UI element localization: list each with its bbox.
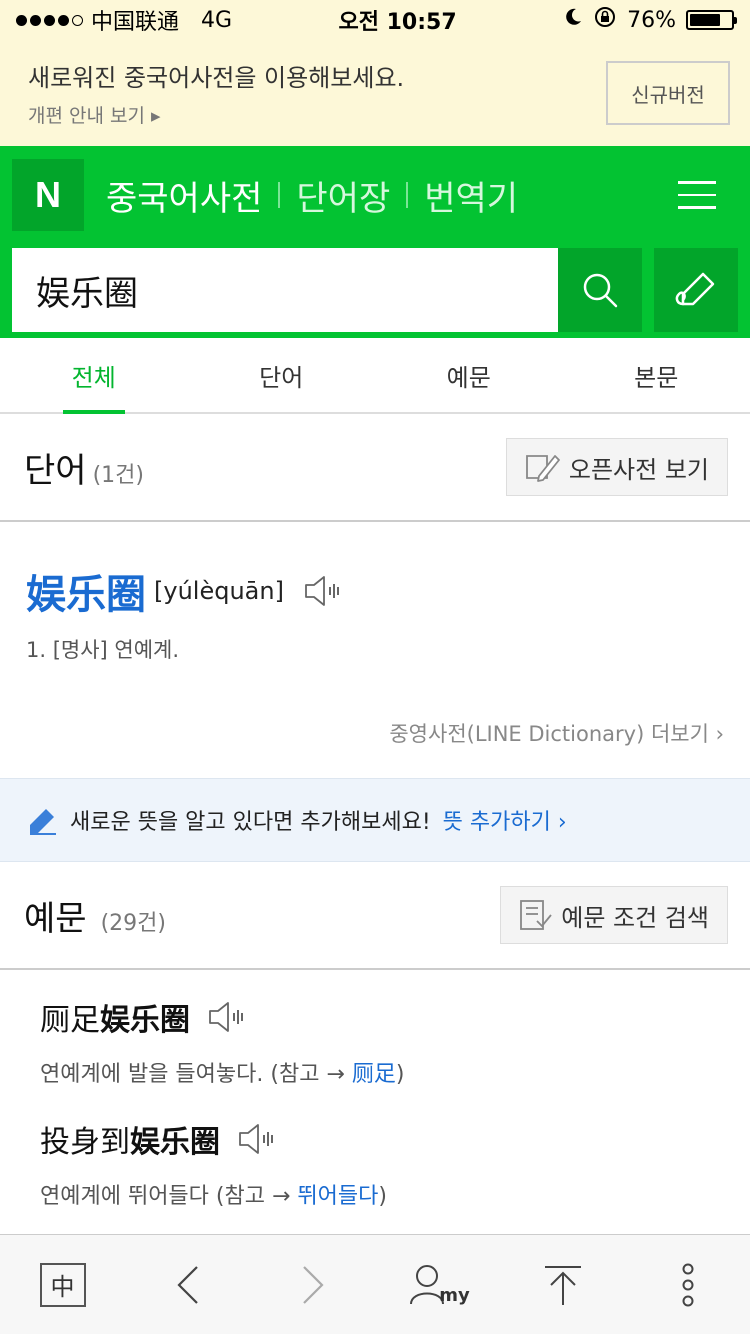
example-item: 厕足娱乐圈 연예계에 발을 들여놓다. (참고 → 厕足) [40, 986, 710, 1088]
filter-list-icon [520, 900, 552, 930]
entry-definition: 1. [명사] 연예계. [26, 638, 180, 662]
app-header: N 중국어사전 단어장 번역기 [0, 146, 750, 338]
forward-button[interactable] [273, 1245, 353, 1325]
example-speaker-icon[interactable] [206, 999, 248, 1035]
example-chinese: 投身到娱乐圈 [40, 1108, 710, 1170]
rotation-lock-icon [593, 5, 617, 35]
add-meaning-link[interactable]: 뜻 추가하기 › [443, 804, 567, 836]
word-entry: 娱乐圈 [yúlèquān] 1. [명사] 연예계. 중영사전(LINE Di… [0, 522, 750, 778]
battery-icon [685, 10, 737, 30]
nav-chinese-dictionary[interactable]: 중국어사전 [106, 171, 262, 220]
chevron-right-icon [302, 1265, 324, 1304]
status-left: 中国联通 4G [16, 4, 232, 36]
nav-divider [406, 182, 409, 208]
more-options-button[interactable] [648, 1245, 728, 1325]
entry-head: 娱乐圈 [yúlèquān] [26, 562, 724, 620]
tab-examples[interactable]: 예문 [375, 338, 563, 412]
status-right: 76% [563, 5, 737, 35]
notice-text-group: 새로워진 중국어사전을 이용해보세요. 개편 안내 보기 ▸ [28, 58, 404, 128]
new-version-button[interactable]: 신규버전 [606, 61, 730, 125]
example-chinese: 厕足娱乐圈 [40, 986, 710, 1048]
example-section-header: 예문 (29건) 예문 조건 검색 [0, 862, 750, 970]
open-dictionary-button[interactable]: 오픈사전 보기 [505, 438, 728, 496]
example-reference-link[interactable]: 厕足 [352, 1062, 396, 1087]
example-speaker-icon[interactable] [236, 1121, 278, 1157]
scroll-top-button[interactable] [523, 1245, 603, 1325]
word-section-header: 단어 (1건) 오픈사전 보기 [0, 414, 750, 522]
notice-guide-link[interactable]: 개편 안내 보기 ▸ [28, 101, 404, 128]
status-time: 오전 10:57 [338, 10, 457, 35]
example-list: 厕足娱乐圈 연예계에 발을 들여놓다. (참고 → 厕足) 投身到娱乐圈 연예계… [0, 970, 750, 1210]
example-section-title-group: 예문 (29건) [24, 891, 166, 940]
pencil-icon [30, 809, 56, 835]
example-sentence[interactable]: 厕足娱乐圈 [40, 995, 190, 1039]
nav-translator[interactable]: 번역기 [424, 171, 518, 220]
naver-logo[interactable]: N [12, 159, 84, 231]
signal-strength-icon [16, 14, 83, 26]
example-keyword: 娱乐圈 [100, 1003, 190, 1038]
example-filter-label: 예문 조건 검색 [561, 903, 709, 932]
tab-all[interactable]: 전체 [0, 338, 188, 414]
my-page-button[interactable]: my [398, 1245, 478, 1325]
tab-words[interactable]: 단어 [188, 338, 376, 412]
example-section-title: 예문 [24, 898, 87, 939]
add-meaning-bar: 새로운 뜻을 알고 있다면 추가해보세요! 뜻 추가하기 › [0, 778, 750, 862]
tab-body[interactable]: 본문 [563, 338, 750, 412]
open-dictionary-label: 오픈사전 보기 [568, 455, 709, 484]
chinese-char-icon: 中 [39, 1262, 86, 1307]
back-button[interactable] [148, 1245, 228, 1325]
chinese-keyboard-button[interactable]: 中 [23, 1245, 103, 1325]
battery-percent: 76% [627, 7, 676, 33]
notice-title: 새로워진 중국어사전을 이용해보세요. [28, 64, 405, 92]
example-filter-button[interactable]: 예문 조건 검색 [500, 886, 728, 944]
carrier-name: 中国联通 [91, 10, 180, 35]
bottom-toolbar: 中 my [0, 1234, 750, 1334]
example-reference-link[interactable]: 뛰어들다 [297, 1184, 378, 1209]
handwriting-pen-icon [675, 272, 715, 306]
new-version-notice: 새로워진 중국어사전을 이용해보세요. 개편 안내 보기 ▸ 신규버전 [0, 40, 750, 146]
search-button[interactable] [558, 248, 642, 332]
open-dictionary-icon [525, 455, 560, 482]
entry-pinyin: [yúlèquān] [154, 577, 284, 605]
status-bar: 中国联通 4G 오전 10:57 76% [0, 0, 750, 40]
add-meaning-text: 새로운 뜻을 알고 있다면 추가해보세요! [70, 810, 431, 835]
entry-more-link[interactable]: 중영사전(LINE Dictionary) 더보기 › [26, 718, 724, 748]
word-section-count: (1건) [92, 462, 144, 488]
search-input[interactable] [12, 248, 558, 332]
my-label: my [439, 1285, 470, 1306]
header-nav: 중국어사전 단어장 번역기 [106, 171, 678, 220]
arrow-up-top-icon [544, 1265, 581, 1305]
example-item: 投身到娱乐圈 연예계에 뛰어들다 (참고 → 뛰어들다) [40, 1108, 710, 1210]
network-type: 4G [201, 7, 233, 33]
header-top: N 중국어사전 단어장 번역기 [12, 158, 738, 232]
moon-icon [563, 7, 583, 33]
example-section-count: (29건) [100, 910, 166, 936]
result-tabs: 전체 단어 예문 본문 [0, 338, 750, 414]
nav-wordbook[interactable]: 단어장 [296, 171, 390, 220]
example-translation: 연예계에 발을 들여놓다. (참고 → 厕足) [40, 1062, 405, 1087]
example-keyword: 娱乐圈 [130, 1125, 220, 1160]
word-section-title: 단어 [24, 450, 87, 491]
example-translation: 연예계에 뛰어들다 (참고 → 뛰어들다) [40, 1184, 387, 1209]
entry-word-link[interactable]: 娱乐圈 [26, 562, 146, 620]
hamburger-menu-icon[interactable] [678, 181, 716, 209]
search-row [12, 248, 738, 332]
handwriting-button[interactable] [654, 248, 738, 332]
search-icon [583, 273, 618, 308]
example-sentence[interactable]: 投身到娱乐圈 [40, 1117, 220, 1161]
word-section-title-group: 단어 (1건) [24, 443, 144, 492]
pronunciation-speaker-icon[interactable] [302, 573, 344, 609]
nav-divider [278, 182, 281, 208]
more-vertical-icon [682, 1263, 693, 1306]
chevron-left-icon [176, 1265, 198, 1304]
